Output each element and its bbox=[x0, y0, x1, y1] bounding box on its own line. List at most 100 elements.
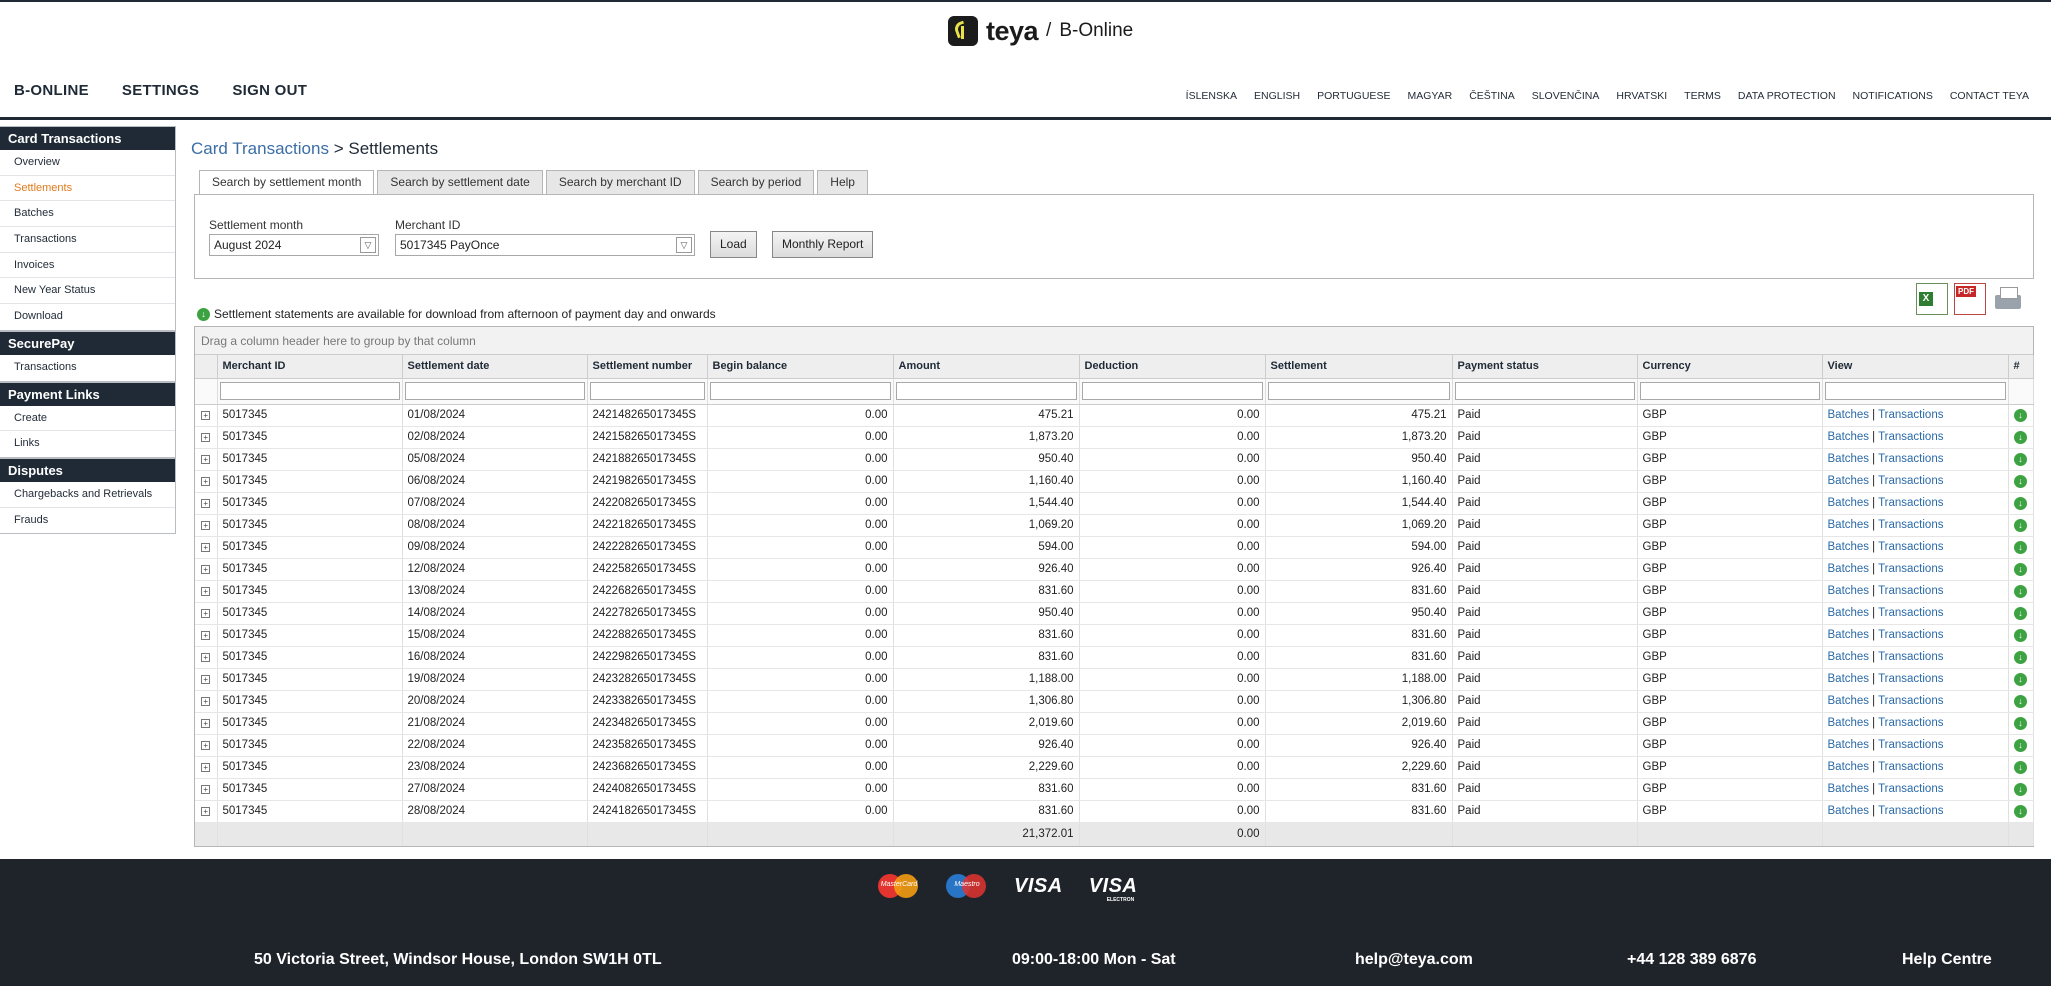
merchant-select[interactable]: 5017345 PayOnce ▽ bbox=[395, 234, 695, 256]
filter-settlement[interactable] bbox=[1267, 382, 1450, 400]
expand-row-icon[interactable]: + bbox=[201, 609, 211, 618]
download-icon[interactable]: ↓ bbox=[2014, 782, 2027, 796]
transactions-link[interactable]: Transactions bbox=[1878, 541, 1943, 553]
chevron-down-icon[interactable]: ▽ bbox=[360, 237, 376, 253]
footer-email[interactable]: help@teya.com bbox=[1355, 951, 1473, 969]
download-icon[interactable]: ↓ bbox=[2014, 672, 2027, 686]
download-icon[interactable]: ↓ bbox=[2014, 650, 2027, 664]
expand-row-icon[interactable]: + bbox=[201, 499, 211, 508]
sidebar-item-settlements[interactable]: Settlements bbox=[0, 176, 175, 202]
filter-payment-status[interactable] bbox=[1454, 382, 1635, 400]
filter-begin-balance[interactable] bbox=[709, 382, 891, 400]
expand-row-icon[interactable]: + bbox=[201, 433, 211, 442]
download-icon[interactable]: ↓ bbox=[2014, 584, 2027, 598]
expand-row-icon[interactable]: + bbox=[201, 631, 211, 640]
lang-english[interactable]: ENGLISH bbox=[1254, 90, 1300, 102]
expand-row-icon[interactable]: + bbox=[201, 521, 211, 530]
filter-merchant-id[interactable] bbox=[219, 382, 400, 400]
download-icon[interactable]: ↓ bbox=[2014, 628, 2027, 642]
col-view[interactable]: View bbox=[1822, 355, 2009, 379]
transactions-link[interactable]: Transactions bbox=[1878, 563, 1943, 575]
transactions-link[interactable]: Transactions bbox=[1878, 453, 1943, 465]
download-icon[interactable]: ↓ bbox=[2014, 606, 2027, 620]
download-icon[interactable]: ↓ bbox=[2014, 452, 2027, 466]
expand-row-icon[interactable]: + bbox=[201, 763, 211, 772]
sidebar-item-batches[interactable]: Batches bbox=[0, 201, 175, 228]
download-icon[interactable]: ↓ bbox=[2014, 540, 2027, 554]
col-settlement-date[interactable]: Settlement date bbox=[402, 355, 588, 379]
batches-link[interactable]: Batches bbox=[1828, 585, 1870, 597]
batches-link[interactable]: Batches bbox=[1828, 409, 1870, 421]
brand-logo[interactable]: teya / B-Online bbox=[948, 14, 1133, 48]
expand-row-icon[interactable]: + bbox=[201, 697, 211, 706]
sidebar-item-overview[interactable]: Overview bbox=[0, 150, 175, 176]
nav-contact-teya[interactable]: CONTACT TEYA bbox=[1950, 90, 2029, 102]
lang-magyar[interactable]: MAGYAR bbox=[1407, 90, 1452, 102]
expand-row-icon[interactable]: + bbox=[201, 719, 211, 728]
group-by-panel[interactable]: Drag a column header here to group by th… bbox=[195, 327, 2033, 355]
expand-row-icon[interactable]: + bbox=[201, 785, 211, 794]
download-icon[interactable]: ↓ bbox=[2014, 804, 2027, 818]
nav-b-online[interactable]: B-ONLINE bbox=[14, 82, 89, 99]
col-currency[interactable]: Currency bbox=[1637, 355, 1823, 379]
expand-row-icon[interactable]: + bbox=[201, 543, 211, 552]
nav-notifications[interactable]: NOTIFICATIONS bbox=[1853, 90, 1933, 102]
batches-link[interactable]: Batches bbox=[1828, 673, 1870, 685]
download-icon[interactable]: ↓ bbox=[2014, 518, 2027, 532]
transactions-link[interactable]: Transactions bbox=[1878, 585, 1943, 597]
tab-help[interactable]: Help bbox=[817, 170, 868, 194]
download-icon[interactable]: ↓ bbox=[2014, 496, 2027, 510]
transactions-link[interactable]: Transactions bbox=[1878, 629, 1943, 641]
print-icon[interactable] bbox=[1992, 283, 2024, 315]
expand-row-icon[interactable]: + bbox=[201, 411, 211, 420]
transactions-link[interactable]: Transactions bbox=[1878, 761, 1943, 773]
nav-data-protection[interactable]: DATA PROTECTION bbox=[1738, 90, 1836, 102]
batches-link[interactable]: Batches bbox=[1828, 519, 1870, 531]
filter-deduction[interactable] bbox=[1081, 382, 1263, 400]
expand-row-icon[interactable]: + bbox=[201, 455, 211, 464]
lang-cestina[interactable]: ČEŠTINA bbox=[1469, 90, 1515, 102]
download-icon[interactable]: ↓ bbox=[2014, 430, 2027, 444]
batches-link[interactable]: Batches bbox=[1828, 475, 1870, 487]
transactions-link[interactable]: Transactions bbox=[1878, 805, 1943, 817]
month-select[interactable]: August 2024 ▽ bbox=[209, 234, 379, 256]
col-merchant-id[interactable]: Merchant ID bbox=[217, 355, 403, 379]
sidebar-item-links[interactable]: Links bbox=[0, 431, 175, 457]
batches-link[interactable]: Batches bbox=[1828, 497, 1870, 509]
col-deduction[interactable]: Deduction bbox=[1079, 355, 1266, 379]
transactions-link[interactable]: Transactions bbox=[1878, 475, 1943, 487]
lang-hrvatski[interactable]: HRVATSKI bbox=[1616, 90, 1667, 102]
batches-link[interactable]: Batches bbox=[1828, 563, 1870, 575]
tab-merchant-id[interactable]: Search by merchant ID bbox=[545, 170, 695, 194]
transactions-link[interactable]: Transactions bbox=[1878, 497, 1943, 509]
col-settlement[interactable]: Settlement bbox=[1265, 355, 1453, 379]
nav-terms[interactable]: TERMS bbox=[1684, 90, 1721, 102]
transactions-link[interactable]: Transactions bbox=[1878, 717, 1943, 729]
excel-export-icon[interactable] bbox=[1916, 283, 1948, 315]
batches-link[interactable]: Batches bbox=[1828, 541, 1870, 553]
footer-phone[interactable]: +44 128 389 6876 bbox=[1627, 951, 1756, 969]
transactions-link[interactable]: Transactions bbox=[1878, 739, 1943, 751]
filter-settlement-date[interactable] bbox=[404, 382, 585, 400]
download-icon[interactable]: ↓ bbox=[2014, 760, 2027, 774]
tab-settlement-month[interactable]: Search by settlement month bbox=[199, 170, 375, 195]
batches-link[interactable]: Batches bbox=[1828, 783, 1870, 795]
nav-sign-out[interactable]: SIGN OUT bbox=[232, 82, 307, 99]
sidebar-item-securepay-transactions[interactable]: Transactions bbox=[0, 355, 175, 381]
transactions-link[interactable]: Transactions bbox=[1878, 651, 1943, 663]
sidebar-item-create[interactable]: Create bbox=[0, 406, 175, 432]
lang-islenska[interactable]: ÍSLENSKA bbox=[1186, 90, 1237, 102]
filter-amount[interactable] bbox=[895, 382, 1077, 400]
tab-settlement-date[interactable]: Search by settlement date bbox=[377, 170, 543, 194]
filter-currency[interactable] bbox=[1639, 382, 1820, 400]
sidebar-item-download[interactable]: Download bbox=[0, 304, 175, 330]
breadcrumb-parent[interactable]: Card Transactions bbox=[191, 139, 329, 158]
batches-link[interactable]: Batches bbox=[1828, 717, 1870, 729]
footer-help-centre[interactable]: Help Centre bbox=[1902, 951, 1992, 969]
download-icon[interactable]: ↓ bbox=[2014, 738, 2027, 752]
sidebar-item-invoices[interactable]: Invoices bbox=[0, 253, 175, 279]
batches-link[interactable]: Batches bbox=[1828, 761, 1870, 773]
transactions-link[interactable]: Transactions bbox=[1878, 409, 1943, 421]
expand-row-icon[interactable]: + bbox=[201, 477, 211, 486]
lang-slovencina[interactable]: SLOVENČINA bbox=[1532, 90, 1600, 102]
